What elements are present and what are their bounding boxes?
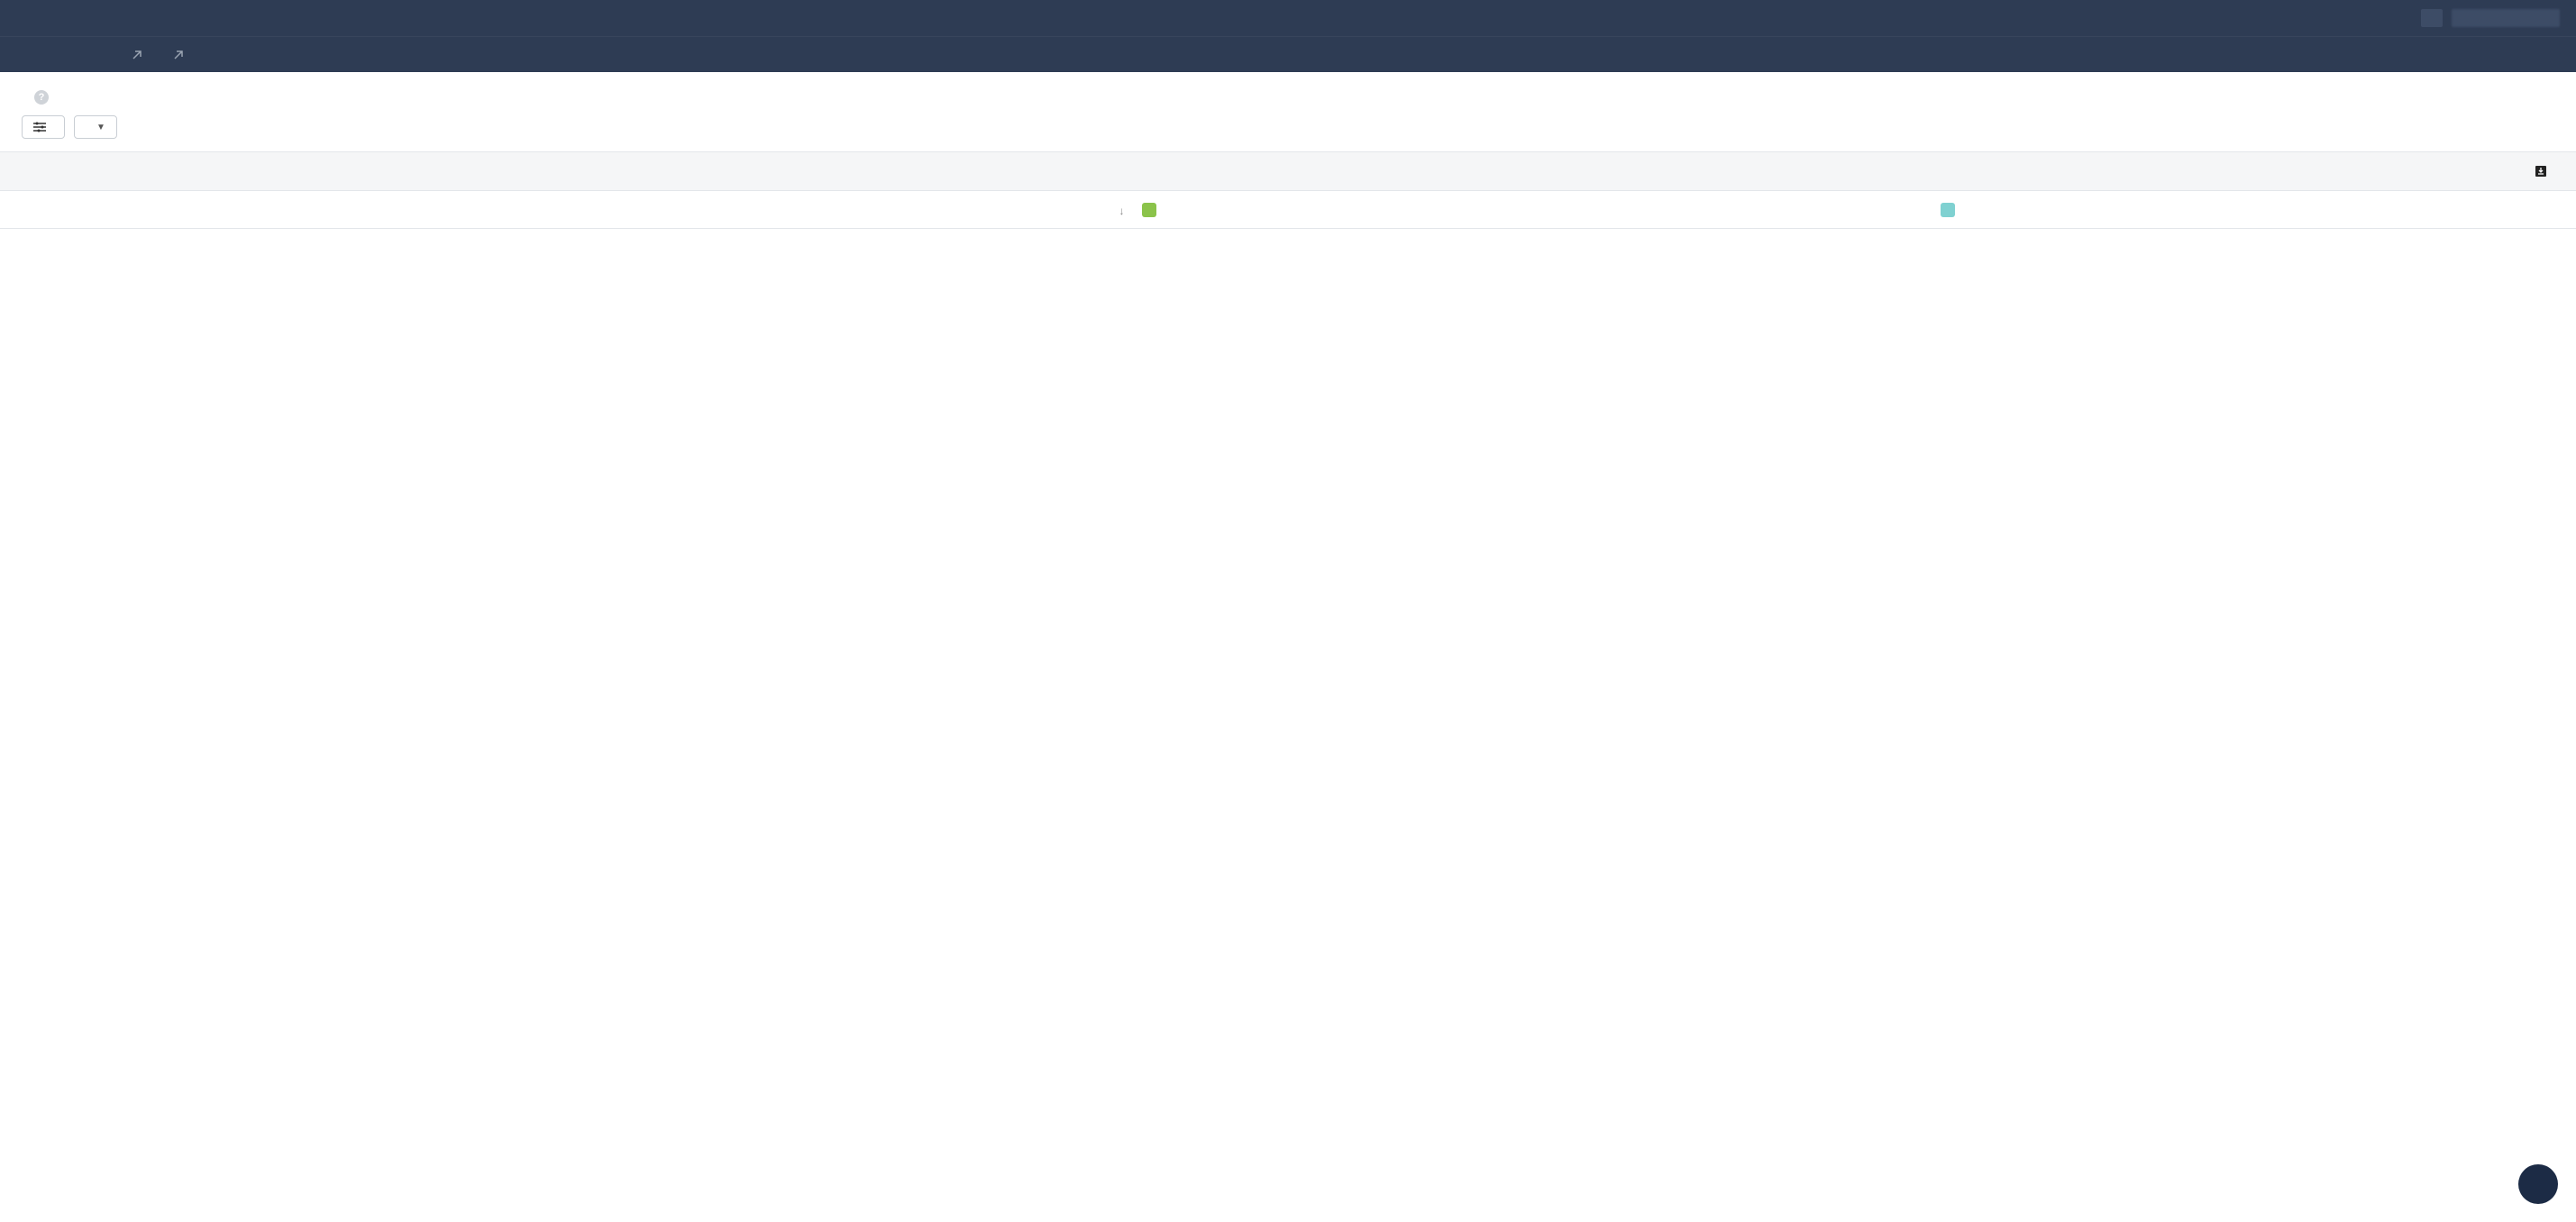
subnav-community[interactable] [168,50,184,60]
top-nav [0,0,2576,36]
summary-bar [0,151,2576,191]
col-referring-domain[interactable] [0,191,618,229]
page-header: ? [0,72,2576,115]
account-area[interactable] [2452,9,2560,27]
link-intersect-table: ↓ [0,191,2576,229]
notification-icon[interactable] [2421,9,2443,27]
help-icon[interactable]: ? [34,90,49,105]
nav-right [2421,9,2560,27]
filter-bar: ▼ [0,115,2576,151]
col-target-2[interactable] [1932,191,2576,229]
download-icon [2535,165,2547,178]
target-1-badge [1142,203,1156,217]
external-link-icon [132,50,142,60]
intersections-filter[interactable]: ▼ [74,115,117,139]
col-intersect[interactable]: ↓ [953,191,1133,229]
table-header-row: ↓ [0,191,2576,229]
subnav-academy[interactable] [126,50,142,60]
external-link-icon [173,50,184,60]
col-ahrefs-rank[interactable] [747,191,954,229]
export-button[interactable] [2535,165,2554,178]
help-float-button[interactable] [2518,1164,2558,1204]
col-dr[interactable] [618,191,747,229]
sub-nav [0,36,2576,72]
sort-desc-icon: ↓ [1119,205,1124,217]
sliders-icon [33,122,46,132]
col-target-1[interactable] [1133,191,1932,229]
target-2-badge [1941,203,1955,217]
targets-filter[interactable] [22,115,65,139]
chevron-down-icon: ▼ [96,123,105,132]
